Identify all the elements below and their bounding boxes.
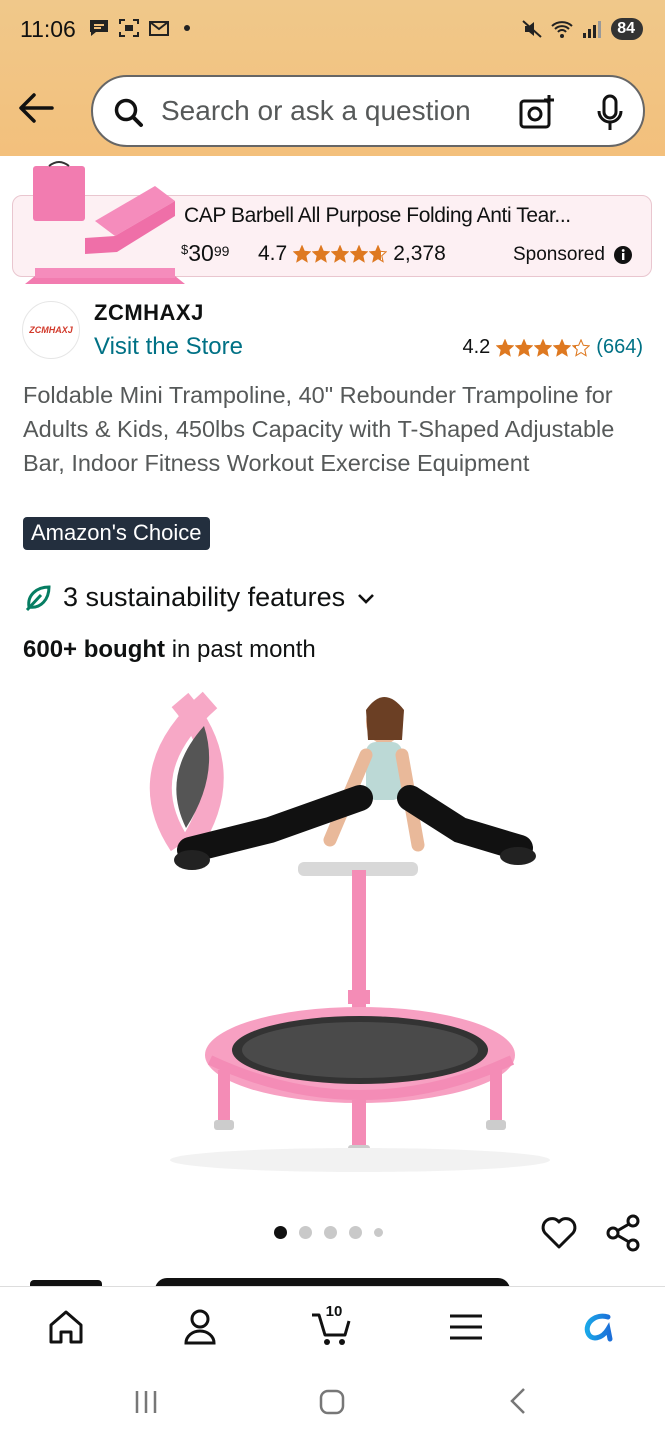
back-arrow-icon[interactable] (16, 90, 56, 126)
brand-name: ZCMHAXJ (94, 300, 204, 325)
rufus-icon[interactable] (578, 1305, 622, 1349)
ad-price: $3099 (181, 240, 230, 266)
notification-dot-icon (184, 25, 190, 31)
cart-button[interactable]: 10 (310, 1303, 354, 1349)
recent-apps-icon[interactable] (132, 1388, 160, 1416)
carousel-dot[interactable] (374, 1228, 383, 1237)
status-time: 11:06 (20, 16, 76, 42)
battery-level: 84 (617, 20, 635, 37)
carousel-dot[interactable] (299, 1226, 312, 1239)
carousel-dot[interactable] (349, 1226, 362, 1239)
product-rating[interactable]: 4.2 (664) (462, 336, 643, 359)
share-icon[interactable] (604, 1214, 642, 1252)
image-carousel-dots (274, 1226, 383, 1239)
amazons-choice-badge[interactable]: Amazon's Choice (23, 517, 210, 550)
home-icon[interactable] (44, 1305, 88, 1349)
star-icon (572, 338, 591, 357)
gmail-icon (149, 21, 169, 36)
cart-count: 10 (325, 1303, 343, 1320)
product-title: Foldable Mini Trampoline, 40" Rebounder … (23, 382, 615, 476)
review-count[interactable]: (664) (596, 336, 643, 359)
star-icon (331, 245, 350, 263)
ad-review-count: 2,378 (393, 242, 446, 265)
star-icon (369, 245, 388, 263)
bottom-navigation: 10 (0, 1286, 665, 1366)
heart-icon[interactable] (540, 1214, 578, 1252)
menu-icon[interactable] (444, 1305, 488, 1349)
star-icon (496, 338, 515, 357)
system-navigation-bar (0, 1366, 665, 1440)
chevron-down-icon (358, 593, 375, 604)
person-figure (174, 697, 536, 870)
star-icon (293, 245, 312, 263)
search-placeholder: Search or ask a question (161, 95, 471, 126)
ad-product-image (25, 161, 185, 284)
sponsored-label[interactable]: Sponsored (513, 244, 633, 266)
system-home-icon[interactable] (318, 1388, 346, 1416)
battery-icon: 84 (611, 18, 643, 40)
star-rating (496, 338, 591, 357)
ad-star-rating (293, 245, 388, 263)
message-icon (90, 20, 108, 36)
rating-value: 4.2 (462, 336, 491, 358)
search-icon (114, 98, 143, 127)
ad-rating: 4.7 2,378 (258, 242, 446, 266)
screenshot-icon (119, 19, 139, 37)
status-bar: 11:06 84 (0, 0, 665, 62)
ad-rating-value: 4.7 (258, 242, 288, 265)
star-icon (534, 338, 553, 357)
brand-logo[interactable]: ZCMHAXJ (22, 301, 80, 359)
star-icon (312, 245, 331, 263)
camera-search-icon[interactable] (518, 93, 556, 131)
product-image[interactable] (120, 680, 550, 1180)
visit-store-link[interactable]: Visit the Store (94, 333, 243, 361)
folded-trampoline-inset (149, 691, 224, 852)
star-icon (553, 338, 572, 357)
wifi-icon (551, 21, 573, 38)
star-icon (350, 245, 369, 263)
bought-count: 600+ bought in past month (23, 636, 316, 663)
carousel-dot[interactable] (324, 1226, 337, 1239)
system-back-icon[interactable] (506, 1386, 530, 1416)
signal-icon (583, 21, 602, 38)
ad-title: CAP Barbell All Purpose Folding Anti Tea… (184, 204, 571, 227)
sustainability-label: 3 sustainability features (63, 582, 346, 612)
sustainability-features-toggle[interactable]: 3 sustainability features (23, 582, 377, 613)
leaf-icon (25, 584, 51, 611)
microphone-icon[interactable] (595, 93, 625, 133)
carousel-dot[interactable] (274, 1226, 287, 1239)
mute-icon (522, 20, 542, 38)
sponsored-ad-banner[interactable]: CAP Barbell All Purpose Folding Anti Tea… (12, 161, 652, 284)
account-icon[interactable] (178, 1305, 222, 1349)
star-icon (515, 338, 534, 357)
search-input[interactable]: Search or ask a question (91, 75, 645, 147)
info-icon[interactable] (613, 245, 633, 265)
